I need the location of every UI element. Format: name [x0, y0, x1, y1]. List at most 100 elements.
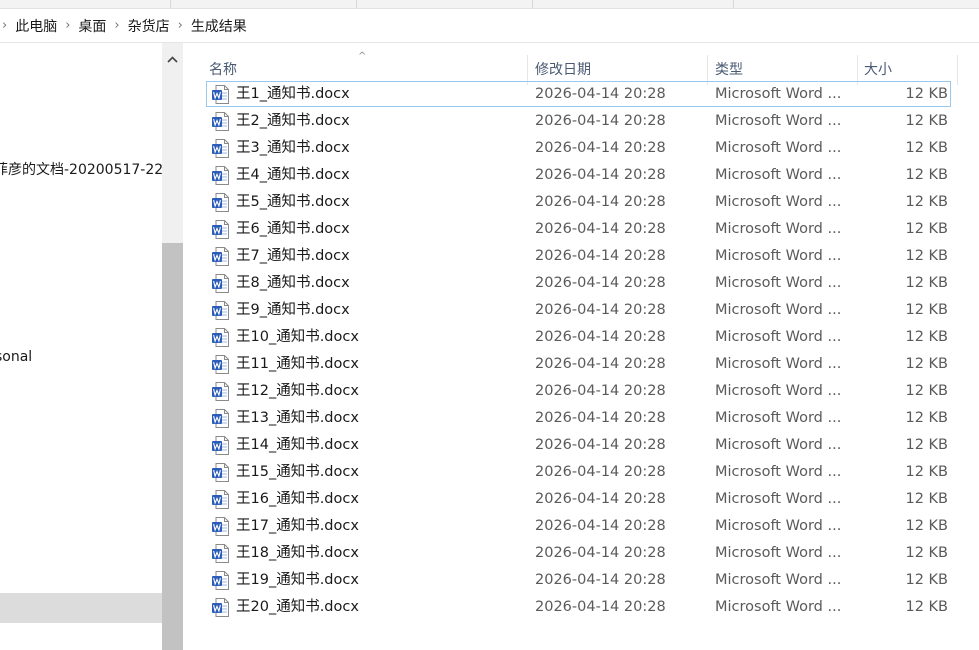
file-size: 12 KB	[905, 140, 948, 156]
nav-scrollbar-thumb[interactable]	[162, 243, 183, 650]
word-document-icon	[212, 193, 229, 212]
file-name: 王9_通知书.docx	[236, 302, 350, 318]
file-row[interactable]: 王8_通知书.docx 2026-04-14 20:28 Microsoft Wor…	[206, 270, 951, 296]
word-document-icon	[212, 598, 229, 617]
file-name: 王7_通知书.docx	[236, 248, 350, 264]
chevron-up-icon[interactable]	[162, 53, 183, 66]
file-type: Microsoft Word ...	[715, 383, 842, 399]
word-document-icon	[212, 139, 229, 158]
file-size: 12 KB	[905, 572, 948, 588]
file-row[interactable]: 王12_通知书.docx 2026-04-14 20:28 Microsoft Wo…	[206, 378, 951, 404]
breadcrumb-separator[interactable]: ›	[65, 18, 70, 33]
file-modified-date: 2026-04-14 20:28	[535, 248, 666, 264]
file-row[interactable]: 王10_通知书.docx 2026-04-14 20:28 Microsoft Wo…	[206, 324, 951, 350]
file-type: Microsoft Word ...	[715, 356, 842, 372]
file-row[interactable]: 王14_通知书.docx 2026-04-14 20:28 Microsoft Wo…	[206, 432, 951, 458]
nav-item-documents[interactable]: 菲彦的文档-20200517-22	[0, 159, 162, 179]
file-modified-date: 2026-04-14 20:28	[535, 545, 666, 561]
top-strip-segment	[0, 0, 171, 8]
file-size: 12 KB	[905, 113, 948, 129]
file-type: Microsoft Word ...	[715, 248, 842, 264]
word-document-icon	[212, 166, 229, 185]
file-type: Microsoft Word ...	[715, 302, 842, 318]
file-type: Microsoft Word ...	[715, 329, 842, 345]
file-modified-date: 2026-04-14 20:28	[535, 113, 666, 129]
word-document-icon	[212, 571, 229, 590]
file-type: Microsoft Word ...	[715, 275, 842, 291]
file-modified-date: 2026-04-14 20:28	[535, 329, 666, 345]
top-tab-strip	[0, 0, 979, 9]
word-document-icon	[212, 274, 229, 293]
word-document-icon	[212, 436, 229, 455]
file-row[interactable]: 王9_通知书.docx 2026-04-14 20:28 Microsoft Wor…	[206, 297, 951, 323]
file-size: 12 KB	[905, 599, 948, 615]
file-row[interactable]: 王1_通知书.docx 2026-04-14 20:28 Microsoft Wor…	[206, 81, 951, 107]
file-modified-date: 2026-04-14 20:28	[535, 437, 666, 453]
sort-ascending-icon: ^	[358, 51, 367, 62]
file-name: 王1_通知书.docx	[236, 86, 350, 102]
breadcrumb-separator[interactable]: ›	[178, 18, 183, 33]
breadcrumb: › 此电脑 › 桌面 › 杂货店 › 生成结果	[0, 9, 979, 43]
file-row[interactable]: 王17_通知书.docx 2026-04-14 20:28 Microsoft Wo…	[206, 513, 951, 539]
file-row[interactable]: 王11_通知书.docx 2026-04-14 20:28 Microsoft Wo…	[206, 351, 951, 377]
file-name: 王2_通知书.docx	[236, 113, 350, 129]
file-modified-date: 2026-04-14 20:28	[535, 275, 666, 291]
file-size: 12 KB	[905, 275, 948, 291]
file-row[interactable]: 王4_通知书.docx 2026-04-14 20:28 Microsoft Wor…	[206, 162, 951, 188]
breadcrumb-separator[interactable]: ›	[114, 18, 119, 33]
file-type: Microsoft Word ...	[715, 410, 842, 426]
file-name: 王13_通知书.docx	[236, 410, 359, 426]
nav-item-selected[interactable]	[0, 593, 162, 623]
word-document-icon	[212, 517, 229, 536]
file-row[interactable]: 王7_通知书.docx 2026-04-14 20:28 Microsoft Wor…	[206, 243, 951, 269]
top-strip-segment	[533, 0, 734, 8]
file-row[interactable]: 王6_通知书.docx 2026-04-14 20:28 Microsoft Wor…	[206, 216, 951, 242]
word-document-icon	[212, 301, 229, 320]
breadcrumb-separator[interactable]: ›	[2, 18, 7, 33]
file-row[interactable]: 王5_通知书.docx 2026-04-14 20:28 Microsoft Wor…	[206, 189, 951, 215]
word-document-icon	[212, 463, 229, 482]
file-modified-date: 2026-04-14 20:28	[535, 464, 666, 480]
column-divider[interactable]	[957, 55, 958, 85]
word-document-icon	[212, 355, 229, 374]
file-name: 王18_通知书.docx	[236, 545, 359, 561]
file-size: 12 KB	[905, 167, 948, 183]
file-size: 12 KB	[905, 221, 948, 237]
top-strip-segment	[357, 0, 533, 8]
word-document-icon	[212, 409, 229, 428]
file-modified-date: 2026-04-14 20:28	[535, 491, 666, 507]
file-modified-date: 2026-04-14 20:28	[535, 194, 666, 210]
file-modified-date: 2026-04-14 20:28	[535, 383, 666, 399]
file-modified-date: 2026-04-14 20:28	[535, 221, 666, 237]
file-row[interactable]: 王18_通知书.docx 2026-04-14 20:28 Microsoft Wo…	[206, 540, 951, 566]
file-row[interactable]: 王20_通知书.docx 2026-04-14 20:28 Microsoft Wo…	[206, 594, 951, 620]
breadcrumb-item-this-pc[interactable]: 此电脑	[15, 16, 57, 36]
breadcrumb-item-grocery[interactable]: 杂货店	[128, 16, 170, 36]
file-size: 12 KB	[905, 410, 948, 426]
nav-scrollbar[interactable]	[162, 43, 183, 650]
file-size: 12 KB	[905, 437, 948, 453]
breadcrumb-item-desktop[interactable]: 桌面	[78, 16, 106, 36]
file-row[interactable]: 王15_通知书.docx 2026-04-14 20:28 Microsoft Wo…	[206, 459, 951, 485]
word-document-icon	[212, 490, 229, 509]
file-row[interactable]: 王13_通知书.docx 2026-04-14 20:28 Microsoft Wo…	[206, 405, 951, 431]
breadcrumb-item-results[interactable]: 生成结果	[191, 16, 247, 36]
file-row[interactable]: 王19_通知书.docx 2026-04-14 20:28 Microsoft Wo…	[206, 567, 951, 593]
file-type: Microsoft Word ...	[715, 545, 842, 561]
file-row[interactable]: 王3_通知书.docx 2026-04-14 20:28 Microsoft Wor…	[206, 135, 951, 161]
file-name: 王4_通知书.docx	[236, 167, 350, 183]
file-type: Microsoft Word ...	[715, 464, 842, 480]
file-type: Microsoft Word ...	[715, 86, 842, 102]
file-type: Microsoft Word ...	[715, 113, 842, 129]
file-name: 王16_通知书.docx	[236, 491, 359, 507]
file-modified-date: 2026-04-14 20:28	[535, 356, 666, 372]
file-row[interactable]: 王16_通知书.docx 2026-04-14 20:28 Microsoft Wo…	[206, 486, 951, 512]
file-row[interactable]: 王2_通知书.docx 2026-04-14 20:28 Microsoft Wor…	[206, 108, 951, 134]
file-modified-date: 2026-04-14 20:28	[535, 572, 666, 588]
file-size: 12 KB	[905, 545, 948, 561]
file-type: Microsoft Word ...	[715, 518, 842, 534]
nav-item-personal[interactable]: sonal	[0, 349, 32, 365]
file-modified-date: 2026-04-14 20:28	[535, 86, 666, 102]
file-type: Microsoft Word ...	[715, 599, 842, 615]
file-name: 王6_通知书.docx	[236, 221, 350, 237]
